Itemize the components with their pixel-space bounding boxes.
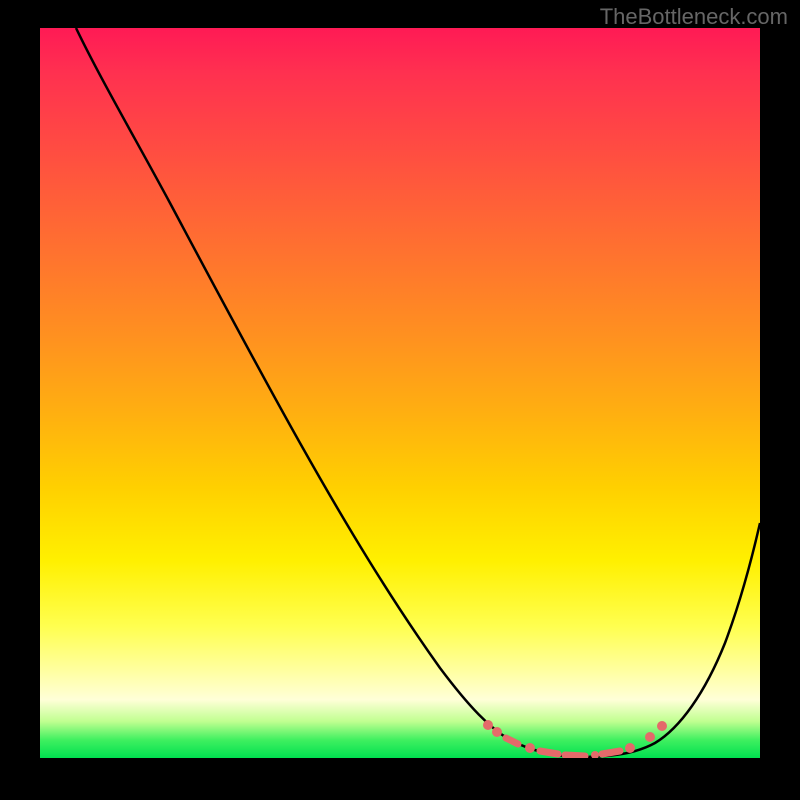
optimal-range-markers bbox=[483, 720, 667, 758]
curve-svg bbox=[40, 28, 760, 758]
bottleneck-curve bbox=[76, 28, 760, 757]
chart-container: TheBottleneck.com bbox=[0, 0, 800, 800]
plot-area bbox=[40, 28, 760, 758]
watermark-text: TheBottleneck.com bbox=[600, 4, 788, 30]
